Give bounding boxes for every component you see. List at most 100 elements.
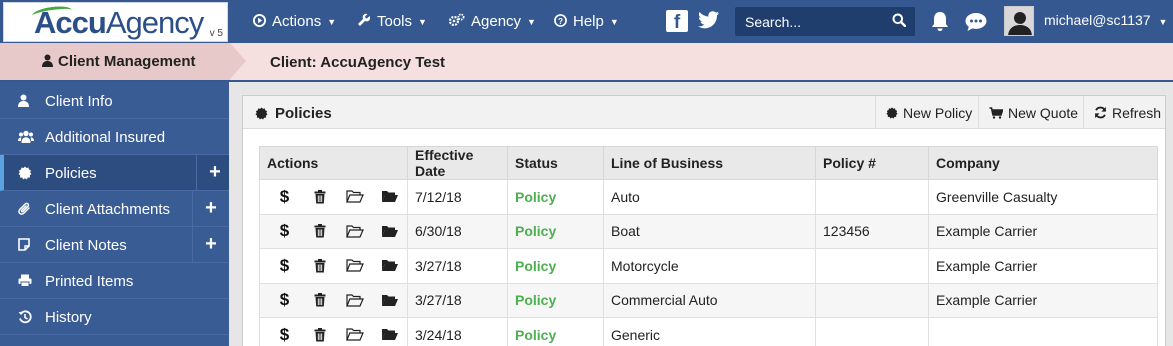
row-actions: $	[259, 248, 408, 284]
row-line-of-business: Commercial Auto	[603, 282, 816, 318]
folder-open-outline-icon[interactable]	[337, 190, 372, 203]
actions-menu[interactable]: Actions ▼	[253, 0, 336, 43]
search-box	[735, 7, 915, 36]
chevron-down-icon: ▼	[527, 16, 536, 27]
folder-open-icon[interactable]	[372, 328, 407, 341]
row-line-of-business: Auto	[603, 179, 816, 215]
tools-menu-label: Tools	[377, 13, 413, 30]
folder-open-icon[interactable]	[372, 294, 407, 307]
accuagency-logo[interactable]: AccuAgency v 5	[3, 2, 228, 42]
history-icon	[18, 310, 32, 324]
tools-menu[interactable]: Tools ▼	[357, 0, 427, 43]
note-icon	[18, 238, 31, 252]
folder-open-icon[interactable]	[372, 190, 407, 203]
sidebar-item-additional-insured[interactable]: Additional Insured	[0, 119, 229, 155]
folder-open-outline-icon[interactable]	[337, 225, 372, 238]
certificate-icon	[886, 106, 898, 119]
breadcrumb-arrow	[230, 43, 246, 79]
cogs-icon	[448, 13, 465, 30]
row-policy-number	[815, 282, 929, 318]
table-row[interactable]: $ 7/12/18 Policy Auto Greenville Casualt…	[259, 179, 1158, 215]
sidebar-item-client-attachments[interactable]: Client Attachments +	[0, 191, 229, 227]
breadcrumb: Client Management Client: AccuAgency Tes…	[0, 43, 1173, 82]
add-note-button[interactable]: +	[192, 227, 229, 262]
sidebar-item-client-info[interactable]: Client Info	[0, 83, 229, 119]
facebook-icon[interactable]: f	[666, 10, 688, 33]
trash-icon[interactable]	[302, 189, 337, 204]
table-row[interactable]: $ 6/30/18 Policy Boat 123456 Example Car…	[259, 213, 1158, 249]
row-effective-date: 7/12/18	[407, 179, 508, 215]
question-circle-icon: ?	[554, 13, 567, 30]
sidebar-item-label: Additional Insured	[45, 129, 166, 146]
new-policy-button[interactable]: New Policy	[875, 96, 983, 129]
sidebar-item-client-notes[interactable]: Client Notes +	[0, 227, 229, 263]
column-header-status[interactable]: Status	[507, 146, 604, 180]
folder-open-outline-icon[interactable]	[337, 294, 372, 307]
row-company: Example Carrier	[928, 248, 1158, 284]
certificate-icon	[18, 166, 32, 180]
row-actions: $	[259, 282, 408, 318]
table-row[interactable]: $ 3/27/18 Policy Motorcycle Example Carr…	[259, 248, 1158, 284]
sidebar-item-label: Client Attachments	[45, 201, 171, 218]
table-row[interactable]: $ 3/24/18 Policy Generic	[259, 317, 1158, 346]
logo-text: AccuAgency	[34, 5, 204, 40]
row-status: Policy	[507, 248, 604, 284]
row-company: Example Carrier	[928, 213, 1158, 249]
breadcrumb-section-label: Client Management	[42, 53, 196, 70]
billing-dollar-icon[interactable]: $	[267, 187, 302, 207]
row-company: Greenville Casualty	[928, 179, 1158, 215]
sidebar-item-label: Policies	[45, 165, 97, 182]
row-actions: $	[259, 317, 408, 346]
sidebar-item-policies[interactable]: Policies +	[0, 155, 229, 191]
column-header-line-of-business[interactable]: Line of Business	[603, 146, 816, 180]
billing-dollar-icon[interactable]: $	[267, 256, 302, 276]
help-menu[interactable]: ? Help ▼	[554, 0, 619, 43]
chat-icon[interactable]	[964, 11, 988, 33]
trash-icon[interactable]	[302, 293, 337, 307]
chevron-down-icon: ▼	[1158, 17, 1168, 27]
add-policy-button[interactable]: +	[196, 155, 233, 190]
user-icon	[42, 54, 53, 67]
trash-icon[interactable]	[302, 224, 337, 238]
row-policy-number	[815, 248, 929, 284]
billing-dollar-icon[interactable]: $	[267, 221, 302, 241]
chevron-down-icon: ▼	[327, 16, 337, 27]
billing-dollar-icon[interactable]: $	[267, 325, 302, 345]
folder-open-outline-icon[interactable]	[337, 328, 372, 341]
panel-header: Policies New Policy New Quote Refresh	[243, 96, 1165, 129]
refresh-icon	[1094, 106, 1107, 119]
user-menu[interactable]: michael@sc1137 ▼	[1044, 12, 1167, 28]
twitter-icon[interactable]	[698, 10, 720, 32]
trash-icon[interactable]	[302, 327, 337, 342]
row-status: Policy	[507, 317, 604, 346]
bell-icon[interactable]	[929, 10, 951, 32]
refresh-button[interactable]: Refresh	[1083, 96, 1165, 129]
row-effective-date: 3/27/18	[407, 282, 508, 318]
folder-open-outline-icon[interactable]	[337, 259, 372, 272]
folder-open-icon[interactable]	[372, 225, 407, 238]
trash-icon[interactable]	[302, 258, 337, 273]
add-attachment-button[interactable]: +	[192, 191, 229, 226]
row-actions: $	[259, 213, 408, 249]
column-header-policy-number[interactable]: Policy #	[815, 146, 929, 180]
column-header-effective-date[interactable]: Effective Date	[407, 146, 508, 180]
billing-dollar-icon[interactable]: $	[267, 290, 302, 310]
agency-menu[interactable]: Agency ▼	[448, 0, 536, 43]
sidebar-item-printed-items[interactable]: Printed Items	[0, 263, 229, 299]
column-header-actions[interactable]: Actions	[259, 146, 408, 180]
table-row[interactable]: $ 3/27/18 Policy Commercial Auto Example…	[259, 282, 1158, 318]
row-status: Policy	[507, 282, 604, 318]
row-line-of-business: Boat	[603, 213, 816, 249]
row-status: Policy	[507, 213, 604, 249]
new-quote-button[interactable]: New Quote	[978, 96, 1083, 129]
folder-open-icon[interactable]	[372, 259, 407, 272]
top-navbar: AccuAgency v 5 Actions ▼ Tools ▼ Agency …	[0, 0, 1173, 43]
avatar[interactable]	[1004, 6, 1034, 36]
new-quote-label: New Quote	[1008, 104, 1079, 121]
sidebar-item-history[interactable]: History	[0, 299, 229, 335]
search-icon[interactable]	[892, 13, 907, 28]
chevron-down-icon: ▼	[418, 16, 427, 27]
sidebar-item-label: History	[45, 309, 92, 326]
search-input[interactable]	[735, 7, 885, 36]
column-header-company[interactable]: Company	[928, 146, 1158, 180]
